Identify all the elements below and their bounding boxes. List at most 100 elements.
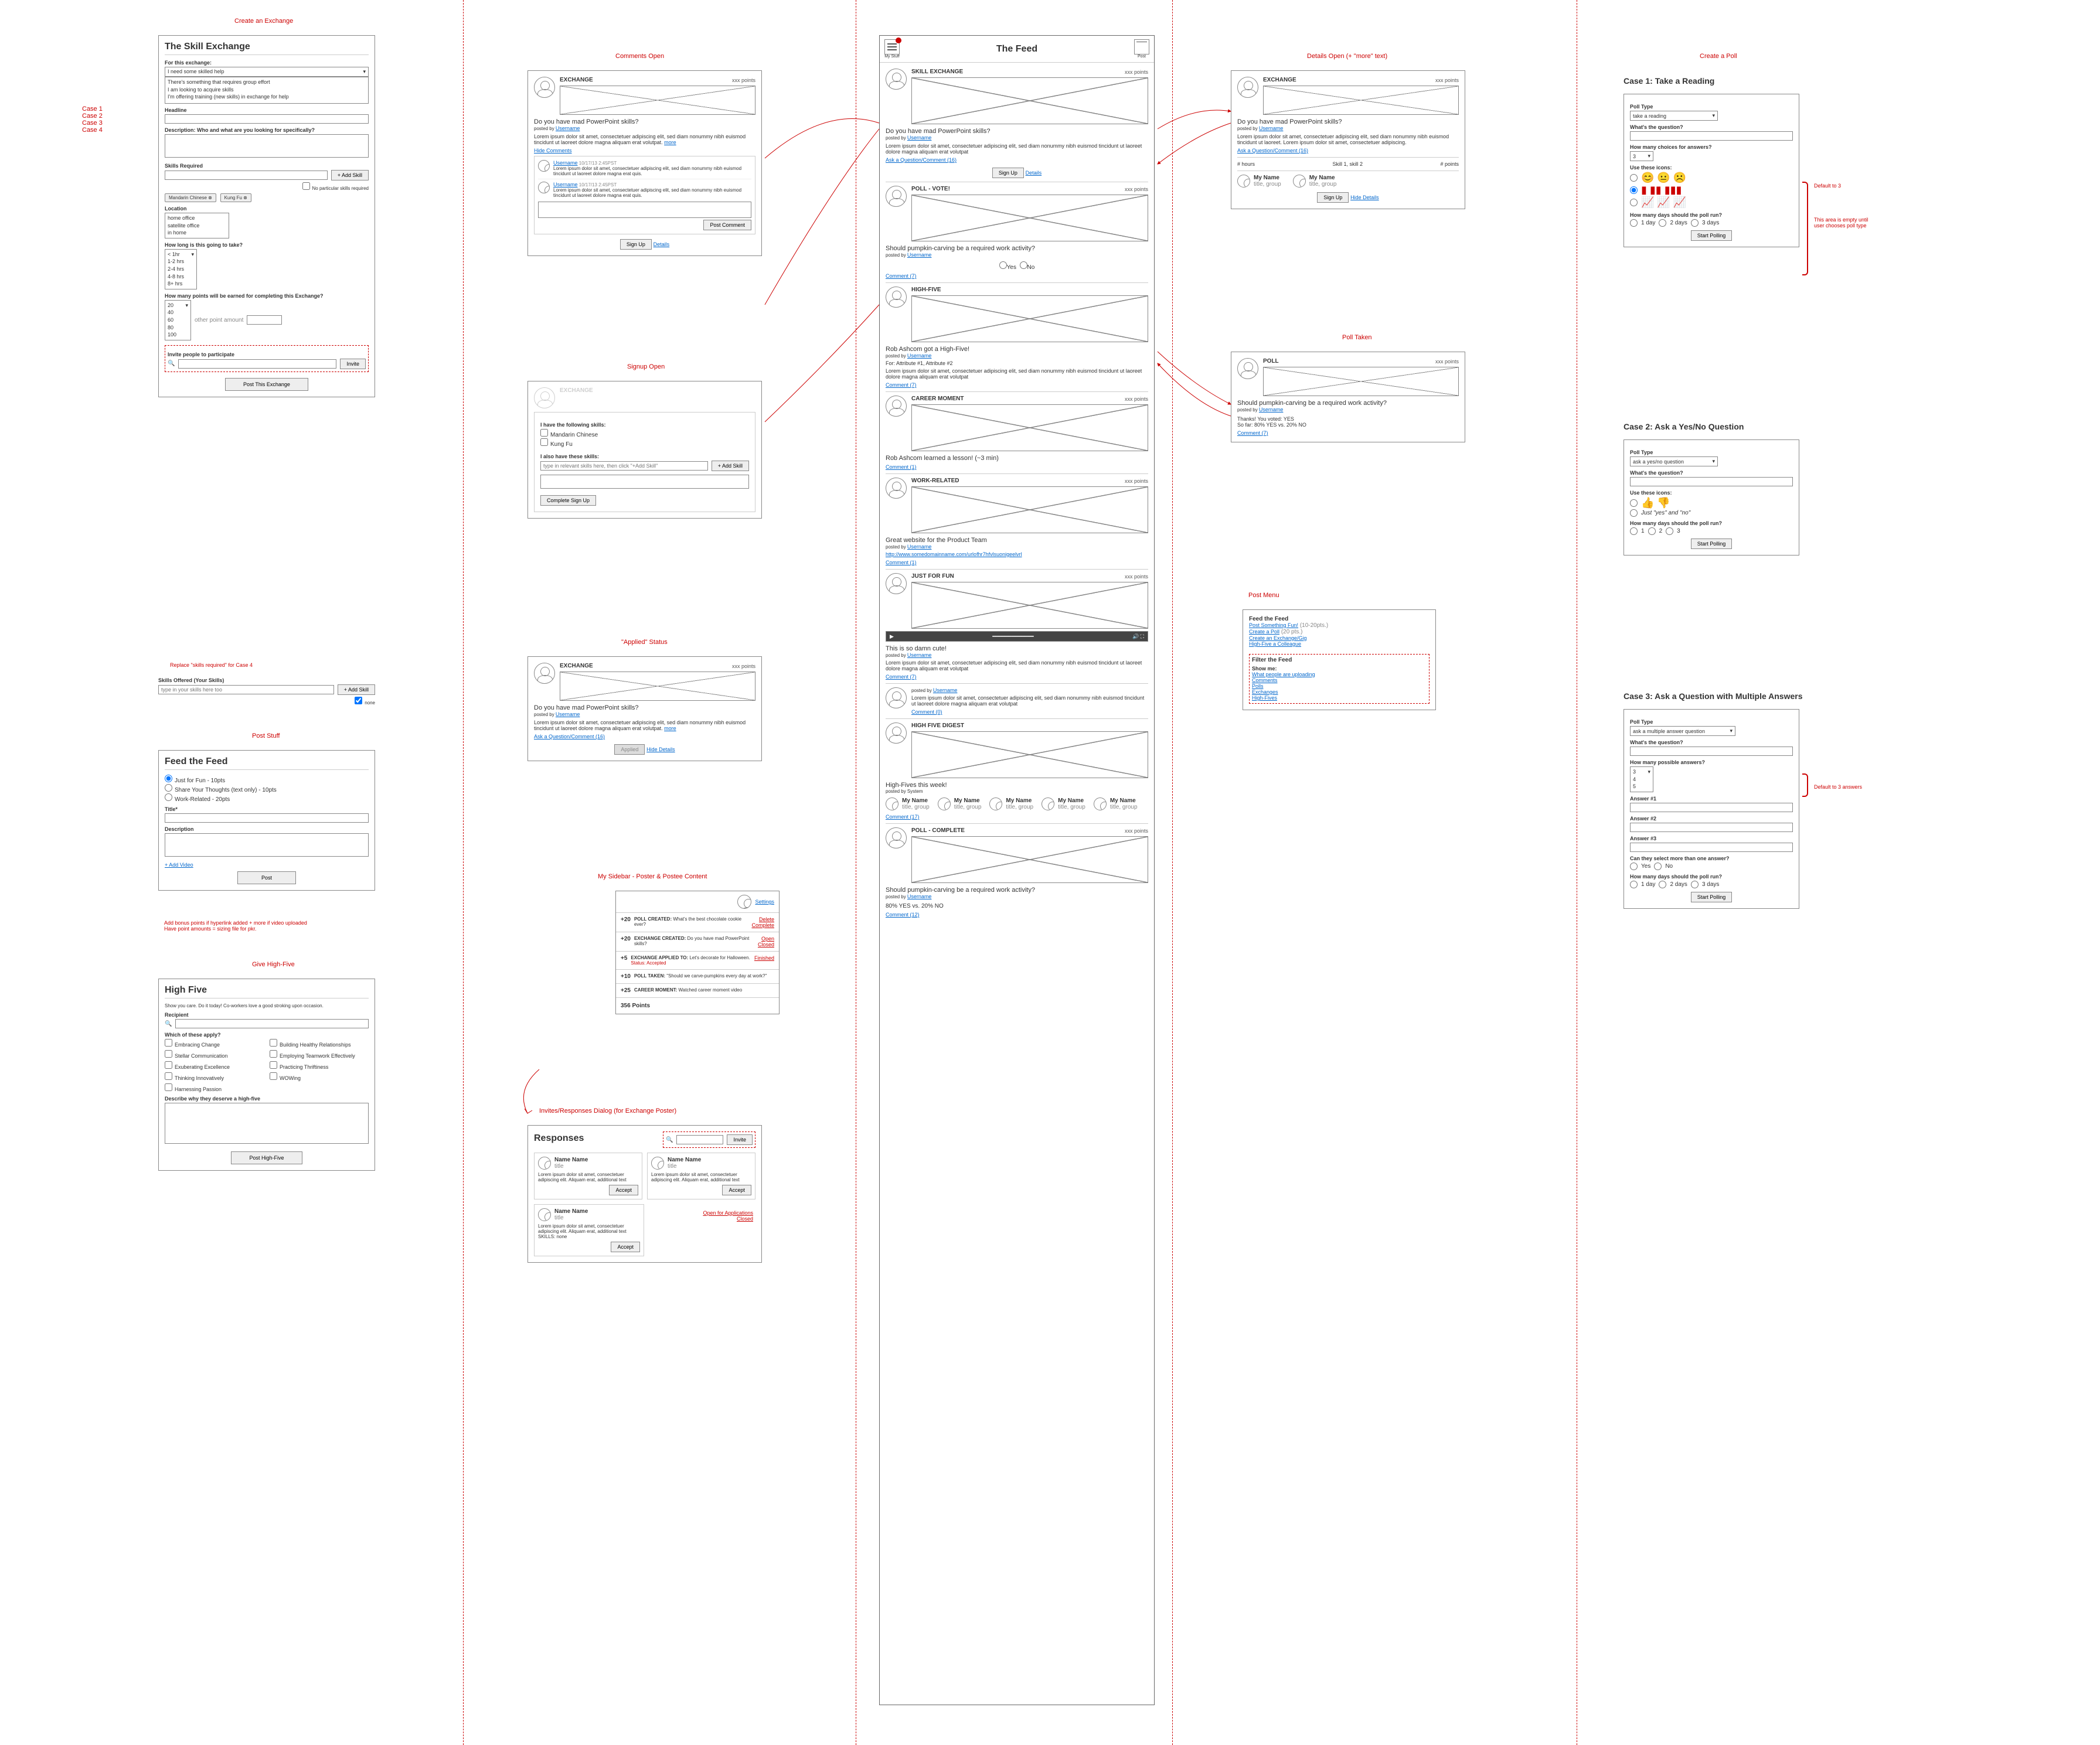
poll-case1-panel: Poll Type take a reading▾ What's the que… [1623,94,1799,247]
poll-taken-panel: POLLxxx points Should pumpkin-carving be… [1231,352,1465,442]
recipient-input[interactable] [175,1019,369,1028]
badge-icon [896,38,901,43]
applied-panel: EXCHANGExxx points Do you have mad Power… [527,656,762,761]
invite-block: Invite people to participate 🔍Invite [165,345,369,372]
poll-type-select[interactable]: take a reading▾ [1630,111,1718,121]
comment-input[interactable] [538,202,751,218]
brace-icon [1802,182,1808,275]
other-amt-label: other point amount [195,317,243,323]
feed-form-title: Feed the Feed [165,756,369,770]
desc-input[interactable] [165,134,369,158]
invite-label: Invite people to participate [168,352,366,357]
other-amt-input[interactable] [247,315,282,325]
comments-panel: EXCHANGExxx points Do you have mad Power… [527,70,762,256]
post-title-input[interactable] [165,813,369,823]
invite-button[interactable]: Invite [340,359,366,369]
signup-panel: EXCHANGE I have the following skills: Ma… [527,381,762,519]
chip-mandarin[interactable]: Mandarin Chinese ⊗ [165,193,216,202]
exchange-type-options[interactable]: There's something that requires group ef… [165,77,369,104]
skill-chips: Mandarin Chinese ⊗ Kung Fu ⊗ [165,193,369,202]
video-controls[interactable]: ▶━━━━━━━━━━━━━🔊 ⛶ [886,631,1148,642]
exchange-type-select[interactable]: I need some skilled help▾ [165,67,369,77]
desc-label: Description: Who and what are you lookin… [165,127,369,133]
arrows-svg [1155,76,1237,604]
poll-case2-panel: Poll Type ask a yes/no question▾ What's … [1623,439,1799,555]
brace-icon-2 [1802,773,1808,797]
skill-exchange-title: The Skill Exchange [165,42,369,55]
post-menu-panel: Feed the Feed Post Something Fun! (10-20… [1243,609,1436,710]
feed-form-panel: Feed the Feed Just for Fun - 10pts Share… [158,750,375,891]
poll-taken-label: Poll Taken [1342,334,1372,341]
feed-body: SKILL EXCHANGExxx points Do you have mad… [880,63,1154,923]
cases-label: Case 1 Case 2 Case 3 Case 4 [82,105,103,134]
poll-case3-panel: Poll Type ask a multiple answer question… [1623,709,1799,909]
play-icon: ▶ [890,633,894,640]
responses-panel: Responses 🔍Invite Name NametitleLorem ip… [527,1125,762,1263]
arrow-icon [510,1066,545,1119]
points-label: How many points will be earned for compl… [165,293,369,299]
why-input[interactable] [165,1103,369,1144]
location-select[interactable]: home office satellite office in home [165,213,229,238]
r1[interactable] [165,775,172,782]
r3[interactable] [165,793,172,801]
image-placeholder [560,86,755,115]
details-link[interactable]: Details [654,241,670,247]
complete-signup-button[interactable]: Complete Sign Up [540,495,596,506]
canvas: Case 1 Case 2 Case 3 Case 4 Create an Ex… [0,0,2100,1745]
skill-exchange-panel: The Skill Exchange For this exchange: I … [158,35,375,397]
sidebar-panel: Settings +20POLL CREATED: What's the bes… [615,891,780,1014]
add-skill-button[interactable]: + Add Skill [331,170,369,180]
add-video-link[interactable]: + Add Video [165,862,369,868]
headline-input[interactable] [165,114,369,124]
invite-search[interactable] [178,359,336,369]
volume-icon: 🔊 ⛶ [1132,633,1144,640]
no-particular[interactable]: No particular skills required [165,182,369,191]
post-comment-button[interactable]: Post Comment [703,220,751,230]
skills-offered-block: Skills Offered (Your Skills) + Add Skill… [158,674,375,706]
howlong-label: How long is this going to take? [165,242,369,248]
replace-skills-note: Replace "skills required" for Case 4 [170,662,253,668]
also-skill-input[interactable] [540,461,708,471]
comments-open-label: Comments Open [615,53,664,60]
post-button[interactable]: Post [237,871,296,884]
highfive-panel: High Five Show you care. Do it today! Co… [158,979,375,1171]
case2-label: Case 2: Ask a Yes/No Question [1623,422,1744,431]
post-highfive-button[interactable]: Post High-Five [231,1151,302,1164]
sidebar-label: My Sidebar - Poster & Postee Content [598,873,707,880]
add-skill-button-2[interactable]: + Add Skill [338,684,375,695]
create-poll-label: Create a Poll [1700,53,1737,60]
hamburger-icon[interactable] [884,39,900,54]
arrows-svg-2 [762,70,885,539]
post-exchange-button[interactable]: Post This Exchange [225,378,308,391]
invites-label: Invites/Responses Dialog (for Exchange P… [539,1107,676,1115]
post-menu-label: Post Menu [1248,592,1279,599]
create-exchange-label: Create an Exchange [234,18,293,25]
skills-required-label: Skills Required [165,163,369,169]
applied-label: "Applied" Status [621,639,668,646]
r2[interactable] [165,784,172,792]
skill-input[interactable] [165,171,328,180]
details-panel: EXCHANGExxx points Do you have mad Power… [1231,70,1465,209]
time-select[interactable]: < 1hr▾ 1-2 hrs 2-4 hrs 4-8 hrs 8+ hrs [165,249,197,289]
feed-phone: My Stuff The Feed Post SKILL EXCHANGExxx… [879,35,1155,1705]
case3-label: Case 3: Ask a Question with Multiple Ans… [1623,691,1802,701]
case1-label: Case 1: Take a Reading [1623,76,1714,86]
headline-label: Headline [165,107,369,113]
post-desc-input[interactable] [165,833,369,857]
points-select[interactable]: 20▾ 40 60 80 100 [165,300,191,340]
chip-kungfu[interactable]: Kung Fu ⊗ [220,193,251,202]
post-stuff-label: Post Stuff [252,732,280,739]
signup-button[interactable]: Sign Up [620,239,652,250]
signup-open-label: Signup Open [627,363,665,370]
feed-title: The Feed [996,44,1037,54]
details-open-label: Details Open (+ "more" text) [1307,53,1387,60]
bonus-hint: Add bonus points if hyperlink added + mo… [164,920,307,932]
comments-box: Username 10/17/13 2:45PSTLorem ipsum dol… [534,156,755,234]
divider-1 [463,0,464,1745]
offered-skill-input[interactable] [158,685,334,694]
post-icon[interactable] [1134,39,1149,54]
hide-comments-link[interactable]: Hide Comments [534,148,755,154]
divider-3 [1172,0,1173,1745]
give-highfive-label: Give High-Five [252,961,295,968]
location-label: Location [165,206,369,212]
